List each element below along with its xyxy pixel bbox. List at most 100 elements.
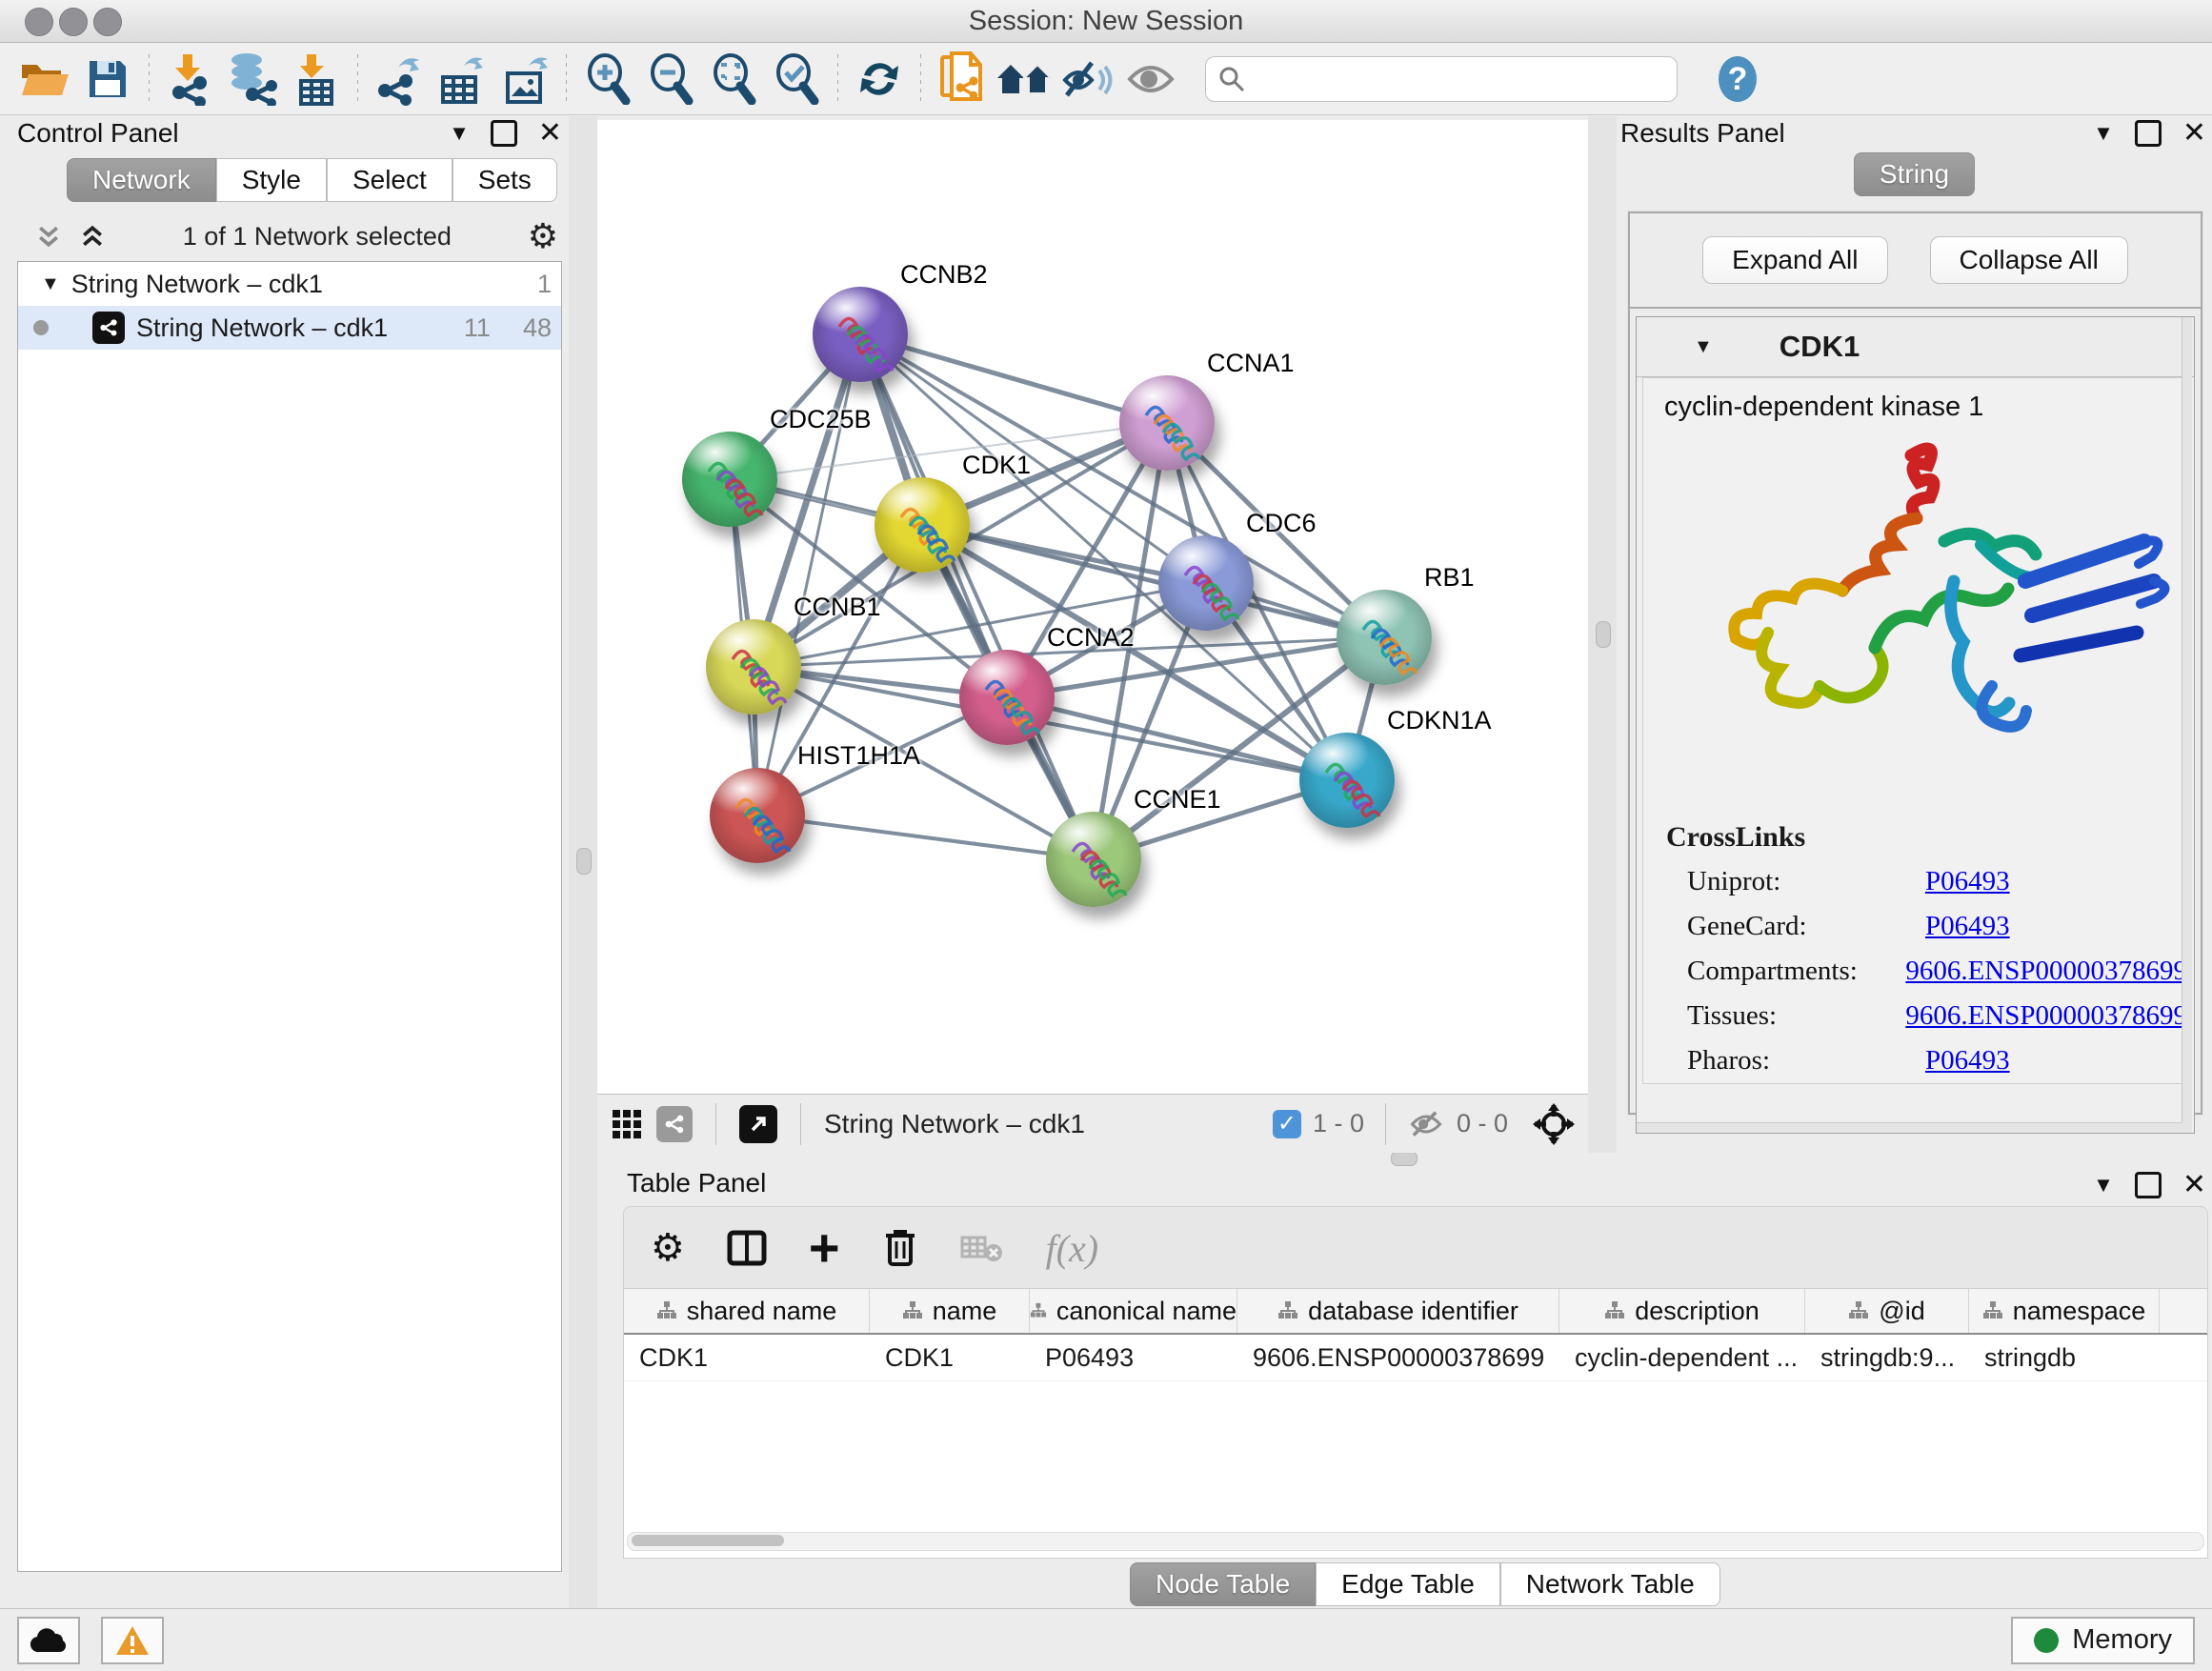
memory-button[interactable]: Memory <box>2011 1617 2195 1664</box>
tree-expand-icon[interactable]: ▼ <box>41 273 60 295</box>
expand-all-button[interactable]: Expand All <box>1702 236 1887 284</box>
node-CCNB2[interactable] <box>813 287 908 382</box>
export-network-button[interactable] <box>368 50 431 108</box>
save-session-button[interactable] <box>76 50 139 108</box>
show-columns-icon[interactable] <box>727 1230 767 1266</box>
tab-sets[interactable]: Sets <box>452 158 557 202</box>
show-all-button[interactable] <box>1119 50 1182 108</box>
import-network-database-button[interactable] <box>222 50 285 108</box>
crosslink-link[interactable]: 9606.ENSP00000378699 <box>1905 956 2187 987</box>
node-RB1[interactable] <box>1337 590 1432 685</box>
crosslink-link[interactable]: P06493 <box>1925 866 2010 897</box>
node-CCNA1[interactable] <box>1119 375 1215 471</box>
results-vertical-scrollbar[interactable] <box>2182 317 2192 1133</box>
crosslink-link[interactable]: P06493 <box>1925 911 2010 942</box>
close-panel-icon[interactable]: ✕ <box>2182 1168 2206 1201</box>
detach-view-icon[interactable] <box>739 1105 777 1143</box>
zoom-selected-button[interactable] <box>765 50 828 108</box>
search-box[interactable] <box>1205 56 1678 102</box>
table-cell[interactable]: stringdb:9... <box>1805 1335 1969 1380</box>
birdseye-toggle-icon[interactable] <box>1533 1103 1575 1145</box>
collapse-panel-icon[interactable]: ▼ <box>2093 1173 2114 1198</box>
clone-network-button[interactable] <box>931 50 994 108</box>
table-row[interactable]: CDK1CDK1P064939606.ENSP00000378699cyclin… <box>624 1335 2207 1381</box>
node-CCNE1[interactable] <box>1046 812 1141 907</box>
tab-network[interactable]: Network <box>67 158 216 202</box>
expand-all-icon[interactable] <box>78 222 107 251</box>
tab-select[interactable]: Select <box>327 158 452 202</box>
gene-section-header[interactable]: ▼ CDK1 <box>1637 317 2194 377</box>
search-input[interactable] <box>1246 63 1650 94</box>
table-cell[interactable]: stringdb <box>1969 1335 2160 1380</box>
collapse-all-button[interactable]: Collapse All <box>1930 236 2128 284</box>
column-header-namespace[interactable]: namespace <box>1969 1289 2160 1333</box>
column-header-shared-name[interactable]: shared name <box>624 1289 870 1333</box>
column-header-name[interactable]: name <box>870 1289 1030 1333</box>
node-CDC25B[interactable] <box>682 432 777 527</box>
network-edge[interactable] <box>860 334 1094 859</box>
close-panel-icon[interactable]: ✕ <box>538 116 562 150</box>
gear-icon[interactable]: ⚙ <box>528 217 558 256</box>
help-button[interactable]: ? <box>1706 50 1769 108</box>
float-panel-icon[interactable] <box>491 120 517 147</box>
node-CDKN1A[interactable] <box>1299 733 1395 828</box>
cloud-status-button[interactable] <box>17 1617 80 1664</box>
node-HIST1H1A[interactable] <box>710 768 805 863</box>
table-cell[interactable]: P06493 <box>1030 1335 1237 1380</box>
table-cell[interactable]: CDK1 <box>870 1335 1030 1380</box>
network-canvas[interactable]: CCNB2CCNA1CDC25BCDK1CDC6RB1CCNB1CCNA2CDK… <box>597 120 1588 1094</box>
close-panel-icon[interactable]: ✕ <box>2182 116 2206 150</box>
grid-view-icon[interactable] <box>611 1108 643 1140</box>
left-splitter-handle[interactable] <box>576 848 592 875</box>
node-CCNB1[interactable] <box>706 619 801 715</box>
float-panel-icon[interactable] <box>2135 120 2162 147</box>
table-cell[interactable]: 9606.ENSP00000378699 <box>1237 1335 1559 1380</box>
gene-collapse-icon[interactable]: ▼ <box>1694 336 1713 358</box>
network-row[interactable]: String Network – cdk1 11 48 <box>18 306 561 350</box>
apply-layout-button[interactable] <box>848 50 911 108</box>
fit-content-button[interactable] <box>702 50 765 108</box>
table-gear-icon[interactable]: ⚙ <box>651 1226 685 1270</box>
tab-style[interactable]: Style <box>216 158 327 202</box>
column-header-database-identifier[interactable]: database identifier <box>1237 1289 1559 1333</box>
node-CCNA2[interactable] <box>959 650 1055 745</box>
tab-string[interactable]: String <box>1854 152 1975 196</box>
table-horizontal-scrollbar[interactable] <box>627 1532 2204 1551</box>
zoom-out-button[interactable] <box>639 50 702 108</box>
table-cell[interactable]: cyclin-dependent ... <box>1559 1335 1805 1380</box>
delete-column-icon[interactable] <box>882 1228 918 1268</box>
node-CDK1[interactable] <box>875 477 970 573</box>
right-splitter-handle[interactable] <box>1596 621 1611 648</box>
save-icon <box>86 57 130 101</box>
hide-selected-button[interactable] <box>1056 50 1119 108</box>
import-table-file-button[interactable] <box>285 50 348 108</box>
network-collection-row[interactable]: ▼ String Network – cdk1 1 <box>18 262 561 306</box>
protein-thumbnail <box>710 768 805 863</box>
results-horizontal-scrollbar[interactable] <box>1637 1122 2182 1133</box>
first-neighbors-button[interactable] <box>994 50 1056 108</box>
import-network-file-button[interactable] <box>159 50 222 108</box>
open-session-button[interactable] <box>13 50 76 108</box>
zoom-in-button[interactable] <box>576 50 639 108</box>
column-header-description[interactable]: description <box>1559 1289 1805 1333</box>
float-panel-icon[interactable] <box>2135 1172 2162 1198</box>
export-image-button[interactable] <box>493 50 556 108</box>
warnings-button[interactable] <box>101 1617 164 1664</box>
tab-edge-table[interactable]: Edge Table <box>1316 1562 1500 1606</box>
table-cell[interactable]: CDK1 <box>624 1335 870 1380</box>
collapse-panel-icon[interactable]: ▼ <box>2093 121 2114 146</box>
selected-checkbox-icon[interactable]: ✓ <box>1273 1110 1301 1138</box>
column-header--id[interactable]: @id <box>1805 1289 1969 1333</box>
crosslink-link[interactable]: 9606.ENSP00000378699 <box>1905 1000 2187 1032</box>
network-view-icon[interactable] <box>656 1106 693 1142</box>
network-edge[interactable] <box>922 525 1384 637</box>
crosslink-link[interactable]: P06493 <box>1925 1045 2010 1077</box>
collapse-panel-icon[interactable]: ▼ <box>449 121 470 146</box>
export-table-button[interactable] <box>431 50 493 108</box>
network-edge[interactable] <box>757 815 1094 859</box>
collapse-all-icon[interactable] <box>34 222 63 251</box>
tab-network-table[interactable]: Network Table <box>1500 1562 1720 1606</box>
tab-node-table[interactable]: Node Table <box>1130 1562 1316 1606</box>
node-CDC6[interactable] <box>1158 535 1254 631</box>
column-header-canonical-name[interactable]: canonical name <box>1030 1289 1237 1333</box>
